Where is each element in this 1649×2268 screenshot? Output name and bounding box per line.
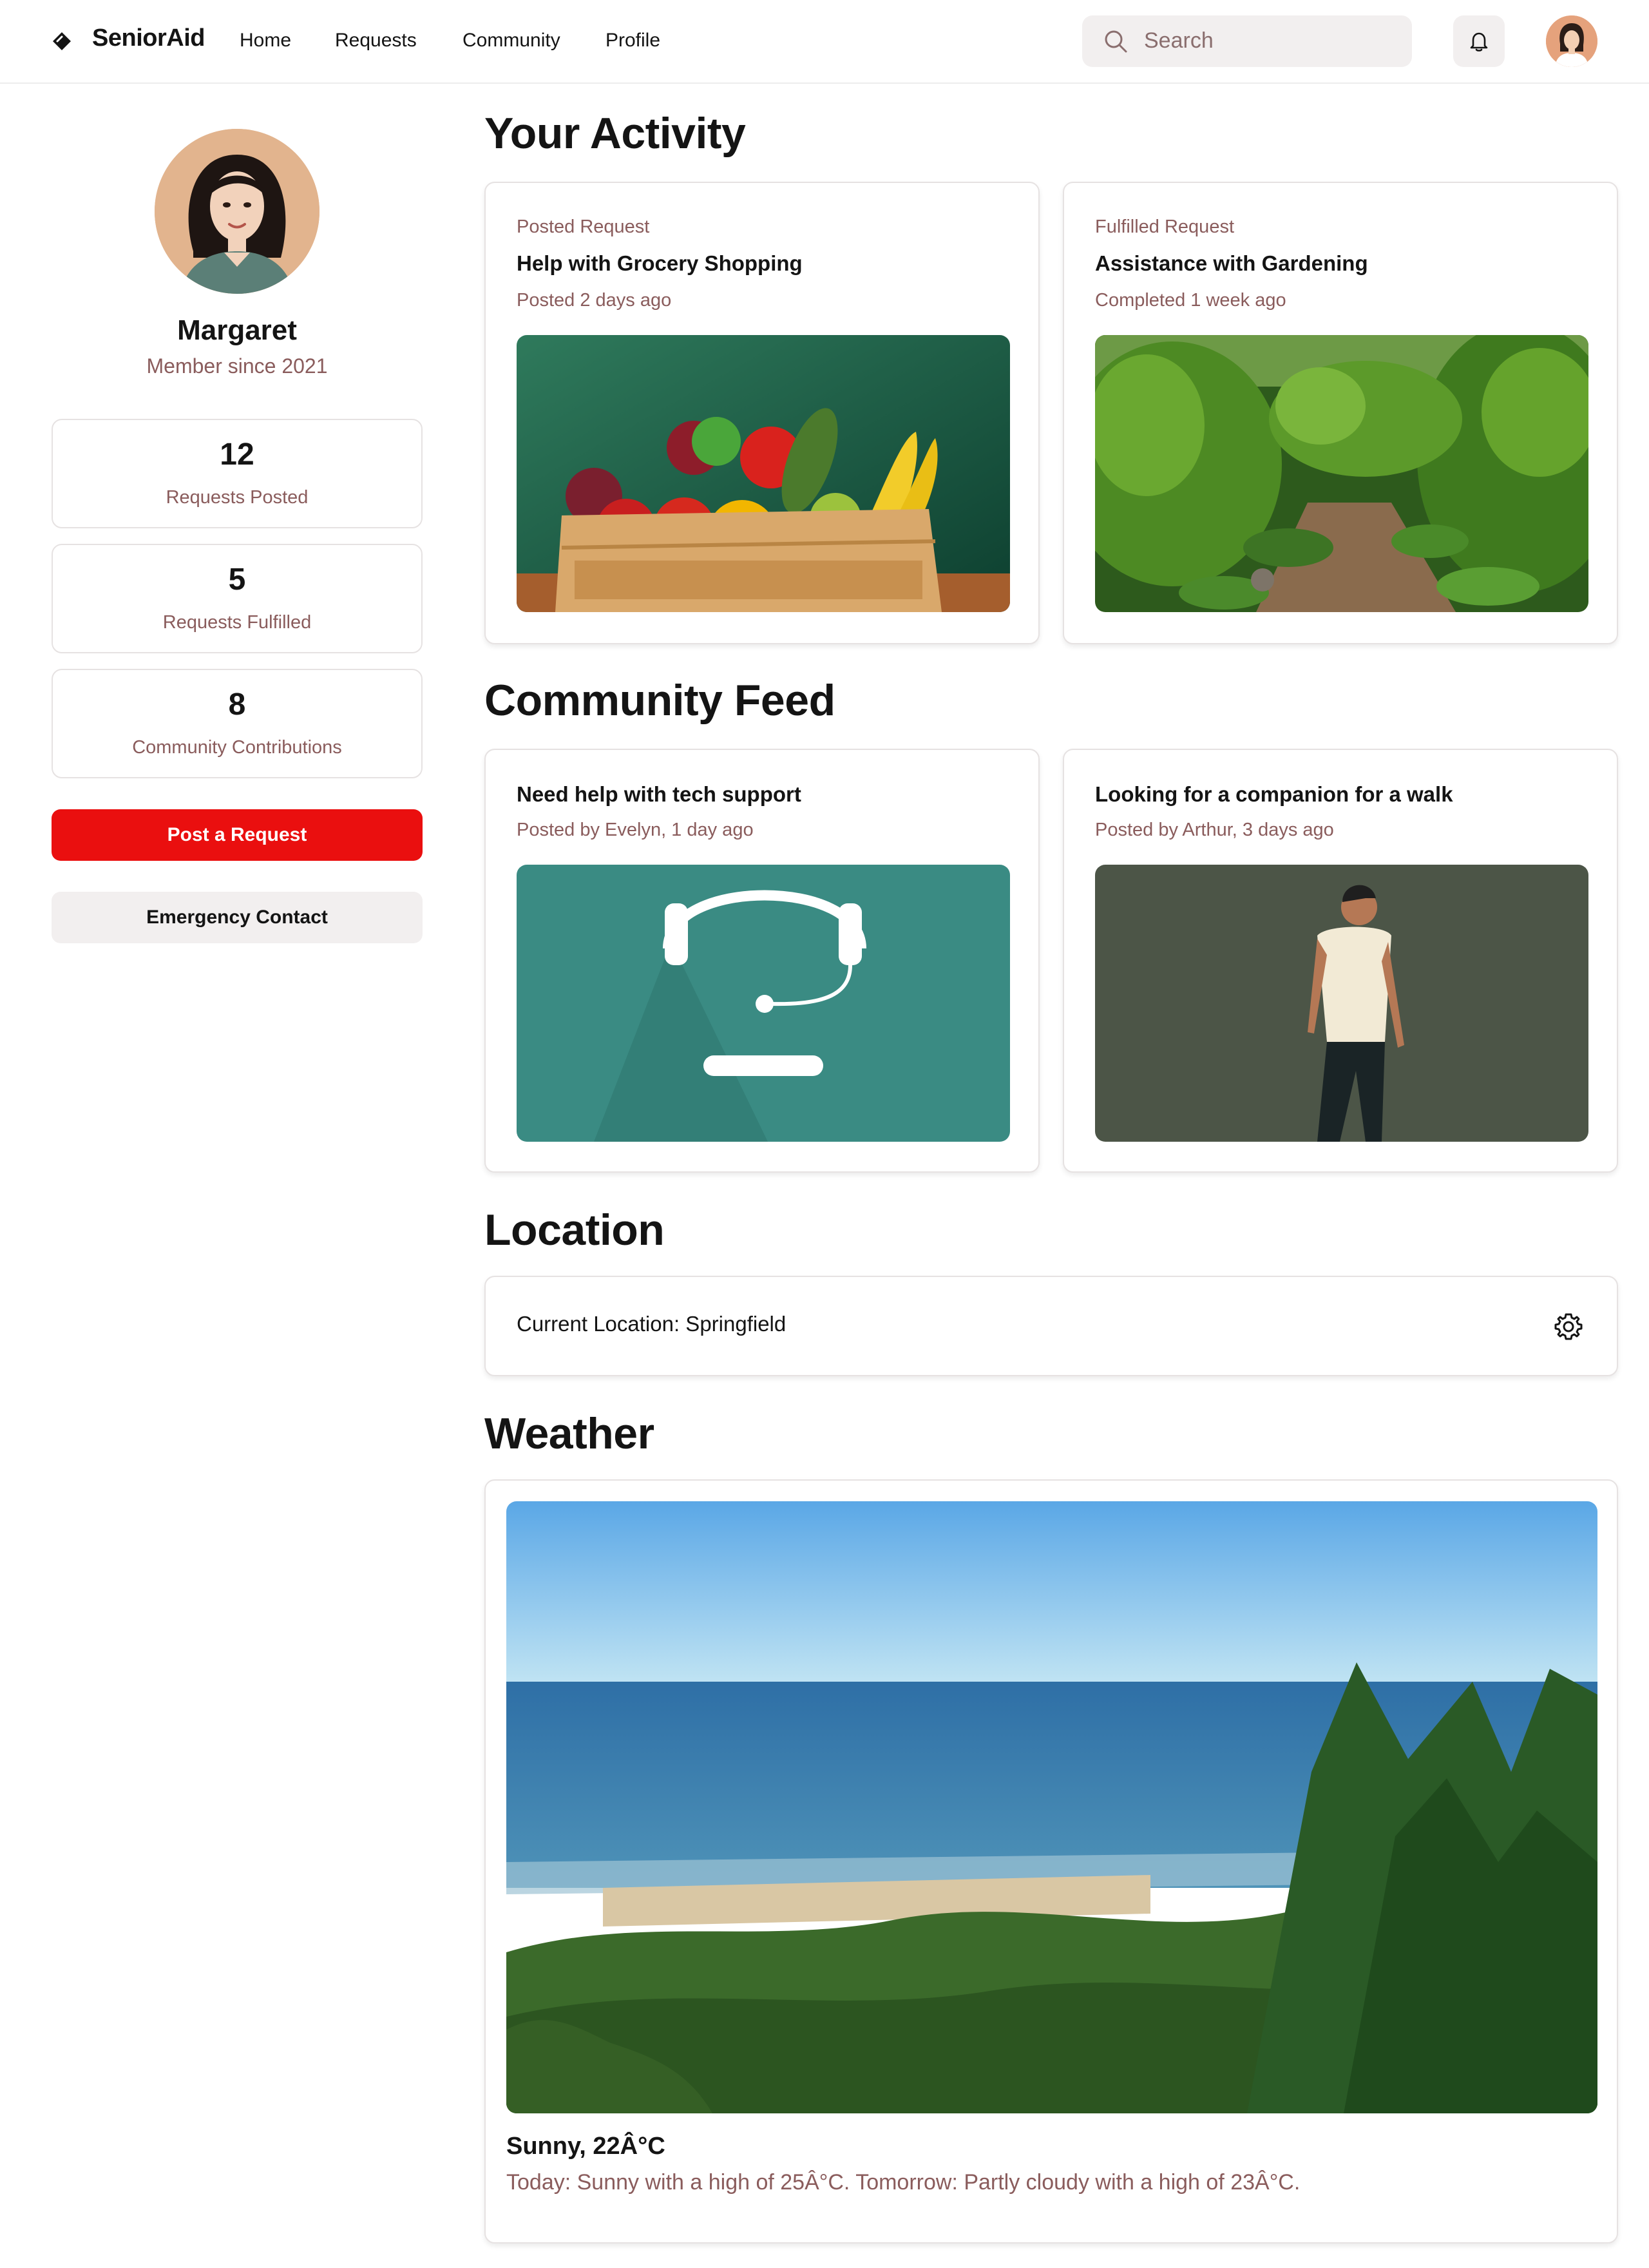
card-meta: Completed 1 week ago (1095, 290, 1286, 311)
stat-value: 8 (228, 687, 246, 722)
top-navigation-bar: SeniorAid Home Requests Community Profil… (0, 0, 1649, 84)
emergency-contact-button[interactable]: Emergency Contact (52, 892, 423, 943)
stat-requests-fulfilled: 5 Requests Fulfilled (52, 544, 423, 653)
stat-value: 12 (220, 437, 254, 472)
feed-card-tech-support[interactable]: Need help with tech support Posted by Ev… (484, 749, 1040, 1173)
feed-card-walk-companion[interactable]: Looking for a companion for a walk Poste… (1063, 749, 1618, 1173)
bell-icon (1470, 32, 1488, 52)
card-kicker: Posted Request (517, 216, 650, 237)
weather-card: Sunny, 22Â°C Today: Sunny with a high of… (484, 1479, 1618, 2244)
card-title[interactable]: Need help with tech support (517, 782, 801, 807)
card-title[interactable]: Assistance with Gardening (1095, 251, 1368, 276)
stat-label: Requests Posted (166, 487, 309, 508)
garden-image (1095, 335, 1588, 612)
nav-home[interactable]: Home (240, 30, 291, 52)
search-input[interactable]: Search (1082, 15, 1412, 67)
search-icon (1105, 30, 1127, 53)
location-section-title: Location (484, 1206, 665, 1254)
stat-value: 5 (228, 562, 246, 597)
nav-profile[interactable]: Profile (605, 30, 660, 52)
profile-name: Margaret (177, 314, 297, 346)
walking-person-image (1095, 865, 1588, 1142)
stat-label: Requests Fulfilled (162, 612, 312, 633)
activity-card-grocery[interactable]: Posted Request Help with Grocery Shoppin… (484, 182, 1040, 644)
location-card: Current Location: Springfield (484, 1276, 1618, 1376)
post-request-button[interactable]: Post a Request (52, 809, 423, 861)
weather-scenery-image (506, 1501, 1597, 2113)
stat-community-contributions: 8 Community Contributions (52, 669, 423, 778)
profile-photo (155, 129, 319, 294)
current-location: Current Location: Springfield (517, 1312, 786, 1336)
stat-label: Community Contributions (132, 737, 342, 758)
stat-requests-posted: 12 Requests Posted (52, 419, 423, 528)
weather-forecast: Today: Sunny with a high of 25Â°C. Tomor… (506, 2170, 1301, 2195)
nav-requests[interactable]: Requests (335, 30, 417, 52)
card-meta: Posted by Evelyn, 1 day ago (517, 820, 754, 840)
card-meta: Posted 2 days ago (517, 290, 672, 311)
card-kicker: Fulfilled Request (1095, 216, 1234, 237)
notifications-button[interactable] (1453, 15, 1505, 67)
grocery-image (517, 335, 1010, 612)
user-avatar[interactable] (1546, 15, 1597, 67)
card-title[interactable]: Looking for a companion for a walk (1095, 782, 1453, 807)
card-meta: Posted by Arthur, 3 days ago (1095, 820, 1334, 840)
activity-card-gardening[interactable]: Fulfilled Request Assistance with Garden… (1063, 182, 1618, 644)
feed-section-title: Community Feed (484, 676, 835, 725)
diamond-logo-icon[interactable] (52, 31, 72, 52)
gear-icon[interactable] (1554, 1312, 1583, 1341)
activity-section-title: Your Activity (484, 109, 746, 158)
weather-summary: Sunny, 22Â°C (506, 2133, 665, 2160)
brand-name[interactable]: SeniorAid (92, 24, 205, 52)
weather-section-title: Weather (484, 1409, 654, 1458)
member-since: Member since 2021 (146, 354, 328, 378)
tech-support-image (517, 865, 1010, 1142)
nav-community[interactable]: Community (462, 30, 560, 52)
search-placeholder: Search (1144, 28, 1214, 53)
card-title[interactable]: Help with Grocery Shopping (517, 251, 803, 276)
